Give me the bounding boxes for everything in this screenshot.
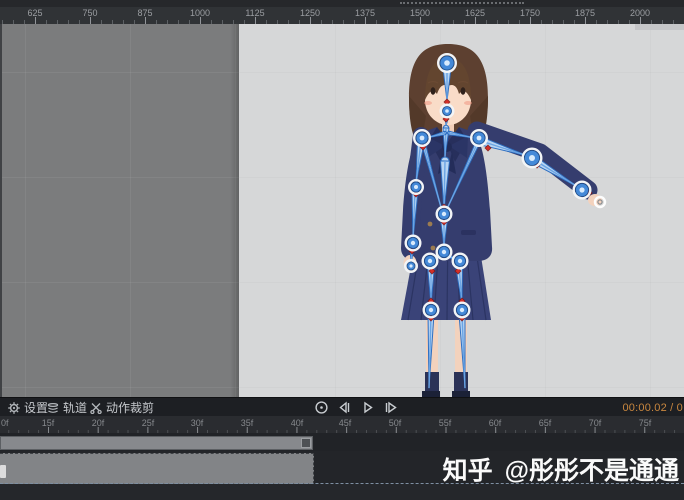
joint-center	[476, 135, 482, 141]
joint-center	[529, 155, 535, 161]
joint-center	[579, 187, 585, 193]
ruler-label: 75f	[638, 418, 652, 428]
joint-center	[457, 258, 463, 264]
go-to-start-button[interactable]	[314, 400, 329, 415]
selection-dotted-line	[400, 2, 524, 4]
settings-label: 设置	[24, 401, 49, 415]
ruler-label: 25f	[141, 418, 155, 428]
ruler-label: 50f	[388, 418, 402, 428]
ruler-label: 35f	[240, 418, 254, 428]
viewport-canvas[interactable]	[0, 24, 684, 397]
ruler-label: 750	[82, 8, 98, 18]
joint-center	[414, 185, 418, 189]
ruler-label: 1875	[574, 8, 596, 18]
joint-center	[441, 211, 447, 217]
timeline-scroll-row	[0, 433, 684, 451]
ruler-label: 1750	[519, 8, 541, 18]
bone-axis	[443, 160, 446, 211]
ruler-label: 1125	[245, 8, 265, 18]
sock-right	[454, 372, 468, 394]
frame-ruler[interactable]: 0f 15f 20f 25f 30f 35f 40f 45f 50f 55f 60f 65f 70f 75…	[0, 416, 684, 434]
track-label: 轨道	[63, 401, 88, 415]
track-button[interactable]: 轨道	[47, 398, 87, 417]
timeline-toolbar: 设置 轨道 动作裁剪 00:00.02 / 0	[0, 397, 684, 417]
joint-center	[428, 307, 434, 313]
top-strip	[0, 0, 684, 7]
clip-label-fragment	[0, 465, 6, 478]
joint-center	[459, 307, 465, 313]
ruler-label: 1500	[409, 8, 431, 18]
blush-right	[464, 101, 472, 105]
ruler-label: 1625	[464, 8, 486, 18]
layers-icon	[47, 402, 59, 414]
eye-left	[430, 87, 436, 95]
joint-center	[444, 60, 450, 66]
sock-left	[425, 372, 439, 394]
scissors-icon	[90, 402, 102, 414]
ruler-label: 20f	[91, 418, 105, 428]
scene-svg	[401, 44, 607, 397]
ruler-label: 1000	[189, 8, 211, 18]
action-crop-label: 动作裁剪	[106, 401, 155, 415]
animation-clip[interactable]	[0, 453, 314, 484]
play-button[interactable]	[360, 400, 375, 415]
animation-editor-window: 625 750 875 1000 1125 1250 1375 1500 1625 1750 187…	[0, 0, 684, 500]
ruler-label: 15f	[41, 418, 55, 428]
watermark: 知乎 @彤彤不是通通	[443, 454, 679, 485]
joint-center	[441, 249, 447, 255]
timecode-display: 00:00.02 / 0	[622, 401, 683, 414]
blush-left	[424, 101, 432, 105]
joint-center	[427, 258, 433, 264]
ruler-label: 45f	[338, 418, 352, 428]
joint-center	[410, 240, 416, 246]
blazer-button	[430, 245, 436, 251]
settings-button[interactable]: 设置	[8, 398, 48, 417]
ruler-label: 60f	[488, 418, 502, 428]
scrollbar-resize-handle[interactable]	[301, 438, 311, 448]
ruler-label: 65f	[538, 418, 552, 428]
blazer-button	[427, 221, 433, 227]
joint-center	[445, 109, 449, 113]
ruler-label: 0f	[1, 418, 9, 428]
ruler-label: 70f	[588, 418, 602, 428]
ruler-label: 1250	[299, 8, 321, 18]
ruler-label: 2000	[629, 8, 651, 18]
ruler-label: 40f	[290, 418, 304, 428]
gear-icon	[8, 401, 20, 414]
step-forward-button[interactable]	[383, 400, 398, 415]
blazer-pocket	[461, 230, 476, 235]
step-back-button[interactable]	[337, 400, 352, 415]
action-crop-button[interactable]: 动作裁剪	[90, 398, 154, 417]
horizontal-ruler[interactable]: 625 750 875 1000 1125 1250 1375 1500 1625 1750 187…	[0, 7, 684, 25]
joint-center	[419, 135, 425, 141]
ruler-label: 625	[27, 8, 43, 18]
timeline-scrollbar[interactable]	[0, 436, 313, 450]
ruler-label: 55f	[438, 418, 452, 428]
watermark-site: 知乎	[442, 456, 493, 485]
eye-right	[460, 87, 466, 95]
ruler-label: 875	[137, 8, 153, 18]
ruler-label: 1375	[354, 8, 376, 18]
joint-center	[409, 264, 413, 268]
ruler-label: 30f	[190, 418, 204, 428]
transport-controls	[314, 398, 398, 417]
watermark-user: @彤彤不是通通	[504, 456, 679, 485]
